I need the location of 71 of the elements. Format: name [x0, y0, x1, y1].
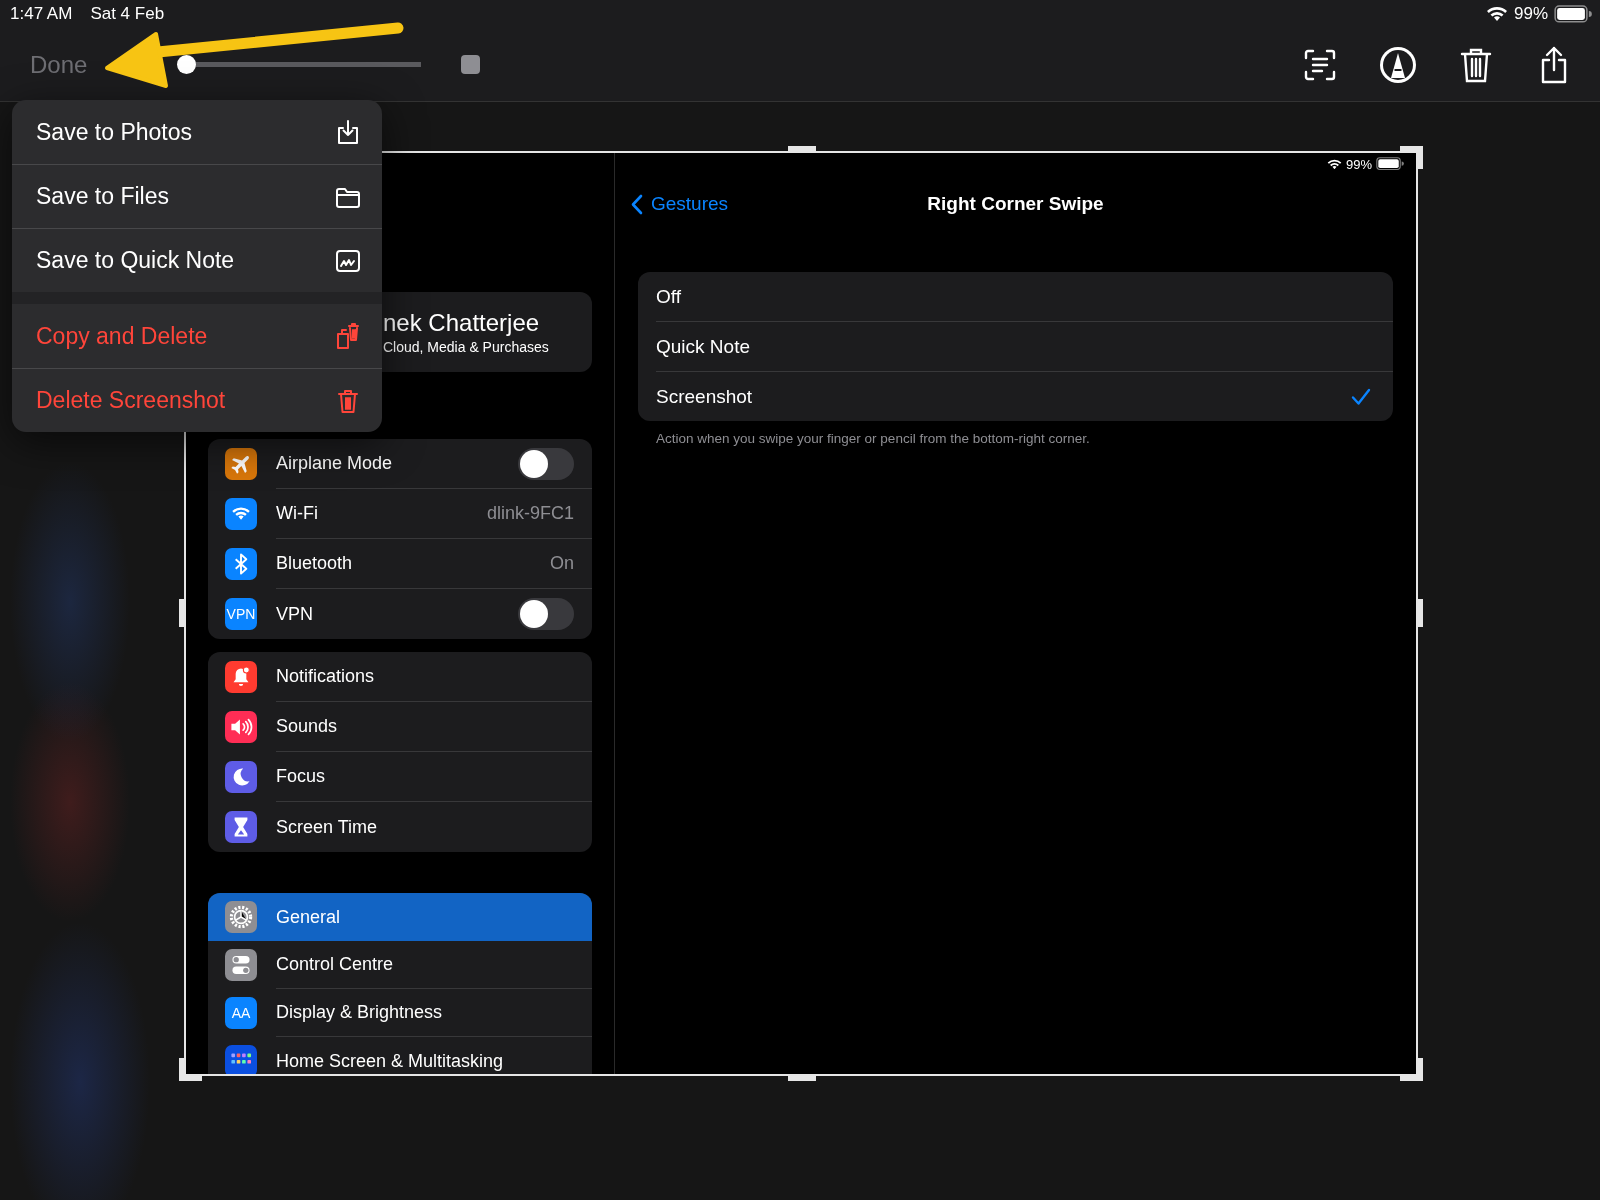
- hourglass-icon: [225, 811, 257, 843]
- battery-percent: 99%: [1345, 156, 1372, 172]
- vpn-icon: VPN: [225, 598, 257, 630]
- settings-row[interactable]: General: [208, 893, 592, 941]
- back-button[interactable]: Gestures: [615, 192, 735, 216]
- setting-value: On: [550, 553, 574, 574]
- status-time: 1:47 AM: [10, 4, 73, 24]
- text-size-icon: AA: [225, 997, 257, 1029]
- option-row[interactable]: Off: [656, 272, 1393, 321]
- row-label: VPN: [276, 603, 313, 625]
- stop-icon[interactable]: [461, 55, 481, 74]
- setting-value: dlink-9FC1: [486, 503, 574, 524]
- grid-icon: [225, 1045, 257, 1074]
- menu-item[interactable]: Delete Screenshot: [12, 368, 382, 432]
- row-label: Wi-Fi: [276, 503, 318, 524]
- row-label: Home Screen & Multitasking: [276, 1050, 504, 1072]
- menu-item[interactable]: Save to Photos: [12, 100, 382, 164]
- row-label: Notifications: [276, 666, 375, 687]
- row-label: Airplane Mode: [276, 453, 393, 474]
- bell-icon: [225, 661, 257, 693]
- copy-delete-icon: [334, 322, 362, 350]
- account-name: nek Chatterjee: [383, 309, 541, 337]
- gear-icon: [225, 901, 257, 933]
- status-date: Sat 4 Feb: [90, 4, 165, 24]
- account-subtitle: Cloud, Media & Purchases: [383, 339, 550, 355]
- settings-row[interactable]: Bluetooth On: [208, 539, 592, 589]
- row-label: Sounds: [276, 716, 338, 737]
- toggle-switch[interactable]: [518, 447, 574, 480]
- wifi-icon: [225, 498, 257, 530]
- settings-row[interactable]: Screen Time: [208, 802, 592, 852]
- battery-icon: [1376, 157, 1404, 171]
- crop-handle[interactable]: [179, 599, 184, 627]
- row-label: Focus: [276, 766, 326, 787]
- toggle-switch[interactable]: [518, 598, 574, 630]
- toggles-icon: [225, 949, 257, 981]
- speaker-icon: [225, 711, 257, 743]
- chevron-left-icon: [631, 193, 643, 215]
- crop-corner-handle[interactable]: [1400, 146, 1423, 169]
- row-label: Display & Brightness: [276, 1002, 443, 1023]
- menu-item[interactable]: Save to Files: [12, 164, 382, 228]
- airplane-icon: [225, 448, 257, 480]
- settings-row[interactable]: Notifications: [208, 652, 592, 702]
- row-label: Bluetooth: [276, 553, 353, 574]
- settings-row[interactable]: Control Centre: [208, 941, 592, 989]
- page-title: Right Corner Swipe: [927, 193, 1104, 215]
- option-row[interactable]: Quick Note: [656, 321, 1393, 371]
- settings-row[interactable]: VPN VPN: [208, 589, 592, 639]
- menu-item[interactable]: Save to Quick Note: [12, 228, 382, 292]
- battery-percent: 99%: [1513, 4, 1548, 24]
- row-label: Control Centre: [276, 954, 394, 975]
- settings-row[interactable]: AA Display & Brightness: [208, 989, 592, 1037]
- crop-corner-handle[interactable]: [1400, 1058, 1423, 1081]
- row-label: General: [276, 906, 341, 928]
- footer-note: Action when you swipe your finger or pencil from the bottom-right corner.: [656, 431, 1091, 446]
- settings-row[interactable]: Focus: [208, 752, 592, 802]
- wifi-icon: [1326, 158, 1342, 170]
- battery-icon: [1554, 5, 1592, 23]
- crop-handle[interactable]: [788, 146, 816, 151]
- bluetooth-icon: [225, 548, 257, 580]
- settings-row[interactable]: Airplane Mode: [208, 439, 592, 489]
- row-label: Screen Time: [276, 816, 378, 838]
- wifi-icon: [1485, 5, 1508, 22]
- moon-icon: [225, 761, 257, 793]
- crop-handle[interactable]: [788, 1076, 816, 1081]
- settings-row[interactable]: Home Screen & Multitasking: [208, 1037, 592, 1074]
- crop-handle[interactable]: [1418, 599, 1423, 627]
- settings-row[interactable]: Wi-Fi dlink-9FC1: [208, 489, 592, 539]
- crop-corner-handle[interactable]: [179, 1058, 202, 1081]
- settings-row[interactable]: Sounds: [208, 702, 592, 752]
- slider-thumb[interactable]: [177, 55, 197, 74]
- option-row[interactable]: Screenshot: [656, 371, 1393, 421]
